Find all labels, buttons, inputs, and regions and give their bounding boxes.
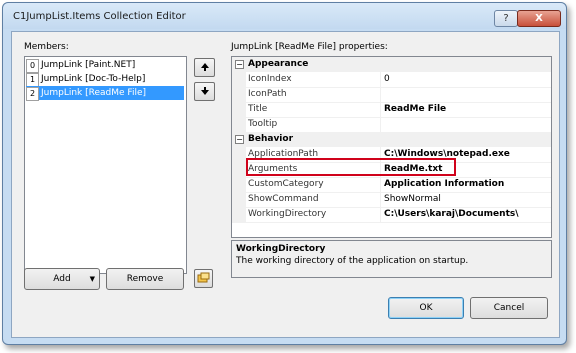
- property-row[interactable]: IconPath: [232, 87, 551, 103]
- row-gutter: [232, 102, 246, 118]
- property-value[interactable]: [382, 87, 553, 102]
- description-text: The working directory of the application…: [236, 256, 469, 266]
- collapse-icon[interactable]: −: [235, 135, 244, 144]
- category-label: Appearance: [248, 59, 309, 69]
- property-value[interactable]: C:\Users\karaj\Documents\: [382, 207, 553, 222]
- members-label: Members:: [24, 42, 69, 52]
- property-row[interactable]: IconIndex 0: [232, 72, 551, 88]
- row-gutter: [232, 147, 246, 163]
- row-gutter: [232, 87, 246, 103]
- property-row[interactable]: Title ReadMe File: [232, 102, 551, 118]
- remove-button[interactable]: Remove: [106, 268, 184, 290]
- description-title: WorkingDirectory: [236, 244, 326, 254]
- arguments-highlight-box: [246, 158, 456, 176]
- members-list[interactable]: 0 JumpLink [Paint.NET] 1 JumpLink [Doc-T…: [24, 56, 187, 274]
- property-name: CustomCategory: [246, 177, 381, 192]
- property-name: IconIndex: [246, 72, 381, 87]
- properties-icon: [197, 272, 210, 283]
- list-item-selected[interactable]: 2 JumpLink [ReadMe File]: [26, 86, 184, 101]
- row-gutter: [232, 192, 246, 208]
- help-button[interactable]: ?: [494, 10, 518, 27]
- item-label: JumpLink [Paint.NET]: [41, 60, 136, 70]
- property-row[interactable]: CustomCategory Application Information: [232, 177, 551, 193]
- collection-editor-window: C1JumpList.Items Collection Editor ? X M…: [2, 2, 567, 345]
- property-grid[interactable]: − Appearance IconIndex 0 IconPath Title …: [231, 56, 552, 238]
- property-value[interactable]: [382, 117, 553, 132]
- property-value[interactable]: Application Information: [382, 177, 553, 192]
- property-row[interactable]: Tooltip: [232, 117, 551, 133]
- add-button-label: Add: [53, 274, 71, 284]
- property-name: IconPath: [246, 87, 381, 102]
- category-appearance[interactable]: − Appearance: [232, 57, 551, 72]
- move-down-button[interactable]: [194, 82, 215, 101]
- list-item[interactable]: 0 JumpLink [Paint.NET]: [26, 58, 184, 73]
- property-description-pane: WorkingDirectory The working directory o…: [231, 240, 552, 278]
- arrow-up-icon: [200, 63, 209, 71]
- collapse-icon[interactable]: −: [235, 60, 244, 69]
- item-index: 2: [26, 87, 39, 101]
- cancel-button[interactable]: Cancel: [470, 297, 548, 319]
- row-gutter: [232, 162, 246, 178]
- ok-button[interactable]: OK: [388, 297, 464, 319]
- property-name: WorkingDirectory: [246, 207, 381, 222]
- list-item[interactable]: 1 JumpLink [Doc-To-Help]: [26, 72, 184, 87]
- move-up-button[interactable]: [194, 58, 215, 77]
- category-behavior[interactable]: − Behavior: [232, 132, 551, 147]
- row-gutter: [232, 117, 246, 133]
- property-name: Tooltip: [246, 117, 381, 132]
- arrow-down-icon: [200, 87, 209, 95]
- dialog-body: Members: 0 JumpLink [Paint.NET] 1 JumpLi…: [11, 31, 560, 338]
- item-label: JumpLink [Doc-To-Help]: [41, 74, 146, 84]
- property-pages-button[interactable]: [194, 269, 213, 288]
- category-label: Behavior: [248, 134, 294, 144]
- close-button[interactable]: X: [517, 10, 561, 27]
- item-index: 1: [26, 73, 39, 87]
- window-title: C1JumpList.Items Collection Editor: [13, 11, 186, 22]
- add-button[interactable]: Add ▼: [24, 268, 100, 290]
- property-value[interactable]: ShowNormal: [382, 192, 553, 207]
- dropdown-arrow-icon: ▼: [89, 275, 95, 283]
- row-gutter: [232, 72, 246, 88]
- item-label: JumpLink [ReadMe File]: [41, 88, 146, 98]
- property-value[interactable]: 0: [382, 72, 553, 87]
- property-row[interactable]: WorkingDirectory C:\Users\karaj\Document…: [232, 207, 551, 223]
- property-name: Title: [246, 102, 381, 117]
- property-row[interactable]: ShowCommand ShowNormal: [232, 192, 551, 208]
- row-gutter: [232, 177, 246, 193]
- property-name: ShowCommand: [246, 192, 381, 207]
- row-gutter: [232, 207, 246, 223]
- properties-label: JumpLink [ReadMe File] properties:: [231, 42, 388, 52]
- item-index: 0: [26, 59, 39, 73]
- title-bar: C1JumpList.Items Collection Editor ? X: [3, 3, 566, 29]
- property-value[interactable]: ReadMe File: [382, 102, 553, 117]
